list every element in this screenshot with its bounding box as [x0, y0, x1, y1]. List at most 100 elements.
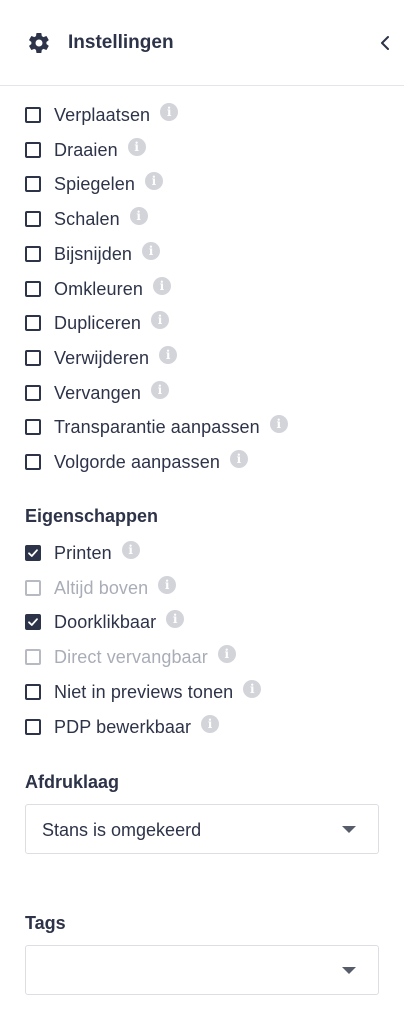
checkbox	[25, 649, 41, 666]
checkbox-label: Altijd boven i	[54, 574, 177, 602]
checkbox-label: Verwijderen i	[54, 344, 178, 372]
settings-panel: Instellingen Verplaatsen i Draaien i Spiegel…	[0, 0, 404, 1024]
action-row[interactable]: Omkleuren i	[0, 275, 404, 303]
checkbox	[25, 579, 41, 596]
checkbox-label: Vervangen i	[54, 379, 169, 407]
info-icon[interactable]: i	[166, 610, 185, 629]
property-row: Altijd boven i	[0, 574, 404, 602]
checkbox-label: Volgorde aanpassen i	[54, 448, 248, 476]
checkbox[interactable]	[25, 245, 41, 262]
checkbox[interactable]	[25, 141, 41, 158]
info-icon[interactable]: i	[269, 415, 288, 434]
checkbox-label: Bijsnijden i	[54, 240, 161, 268]
panel-header: Instellingen	[0, 0, 404, 86]
chevron-left-icon[interactable]	[374, 31, 396, 55]
print-layer-select[interactable]: Stans is omgekeerd	[25, 804, 379, 854]
action-row[interactable]: Schalen i	[0, 205, 404, 233]
checkbox-label-text: Bijsnijden	[54, 243, 133, 264]
panel-title: Instellingen	[68, 32, 174, 53]
action-row[interactable]: Spiegelen i	[0, 170, 404, 198]
checkbox-label-text: Schalen	[54, 209, 120, 230]
property-row[interactable]: PDP bewerkbaar i	[0, 713, 404, 741]
info-icon[interactable]: i	[127, 137, 146, 156]
action-row[interactable]: Draaien i	[0, 136, 404, 164]
checkbox-label: Verplaatsen i	[54, 101, 179, 129]
info-icon[interactable]: i	[151, 311, 170, 330]
checkbox-label-text: Spiegelen	[54, 174, 135, 195]
checkbox-label-text: Draaien	[54, 139, 118, 160]
checkbox[interactable]	[25, 545, 41, 561]
checkbox[interactable]	[25, 280, 41, 297]
checkbox-label-text: Verwijderen	[54, 347, 150, 368]
property-row[interactable]: Doorklikbaar i	[0, 608, 404, 636]
checkbox-label-text: Doorklikbaar	[54, 612, 157, 633]
action-row[interactable]: Bijsnijden i	[0, 240, 404, 268]
checkbox-label: Transparantie aanpassen i	[54, 413, 288, 441]
info-icon[interactable]: i	[158, 575, 177, 594]
checkbox-label-text: Omkleuren	[54, 278, 143, 299]
checkmark-icon	[28, 549, 38, 557]
info-icon[interactable]: i	[144, 172, 163, 191]
action-row[interactable]: Verwijderen i	[0, 344, 404, 372]
checkbox[interactable]	[25, 315, 41, 332]
checkbox-label-text: Volgorde aanpassen	[54, 452, 220, 472]
checkbox-label: Printen i	[54, 539, 140, 567]
print-layer-section-title: Afdruklaag	[25, 772, 120, 792]
checkbox-label-text: Dupliceren	[54, 313, 142, 334]
info-icon[interactable]: i	[129, 207, 148, 226]
checkbox[interactable]	[25, 683, 41, 700]
checkbox[interactable]	[25, 107, 41, 123]
checkbox[interactable]	[25, 718, 41, 735]
checkbox-label: Spiegelen i	[54, 170, 163, 198]
info-icon[interactable]: i	[160, 103, 179, 121]
checkbox-label: Direct vervangbaar i	[54, 643, 236, 671]
action-row[interactable]: Verplaatsen i	[0, 101, 404, 129]
info-icon[interactable]: i	[150, 380, 169, 399]
checkbox-label: Omkleuren i	[54, 275, 171, 303]
checkbox[interactable]	[25, 176, 41, 193]
checkbox-label-text: PDP bewerkbaar	[54, 716, 192, 737]
print-layer-selected-value: Stans is omgekeerd	[42, 820, 202, 840]
info-icon[interactable]: i	[142, 241, 161, 260]
action-row[interactable]: Transparantie aanpassen i	[0, 413, 404, 441]
info-icon[interactable]: i	[243, 679, 262, 698]
properties-section-title: Eigenschappen	[25, 506, 159, 526]
checkbox[interactable]	[25, 384, 41, 401]
checkmark-icon	[28, 618, 38, 627]
caret-down-icon	[342, 967, 356, 974]
checkbox[interactable]	[25, 419, 41, 436]
checkbox-label: Schalen i	[54, 205, 148, 233]
info-icon[interactable]: i	[201, 714, 220, 733]
checkbox-label-text: Printen	[54, 543, 112, 563]
checkbox-label-text: Transparantie aanpassen	[54, 417, 260, 438]
info-icon[interactable]: i	[152, 276, 171, 295]
checkbox[interactable]	[25, 454, 41, 470]
caret-down-icon	[342, 826, 356, 833]
property-row: Direct vervangbaar i	[0, 643, 404, 671]
checkbox-label-text: Verplaatsen	[54, 105, 151, 125]
property-row[interactable]: Niet in previews tonen i	[0, 678, 404, 706]
gear-icon	[29, 32, 49, 54]
info-icon[interactable]: i	[217, 645, 236, 664]
property-row[interactable]: Printen i	[0, 539, 404, 567]
action-row[interactable]: Volgorde aanpassen i	[0, 448, 404, 476]
info-icon[interactable]: i	[229, 450, 248, 468]
checkbox-label-text: Vervangen	[54, 382, 141, 403]
info-icon[interactable]: i	[121, 541, 140, 559]
checkbox[interactable]	[25, 349, 41, 366]
checkbox-label-text: Direct vervangbaar	[54, 647, 208, 668]
checkbox-label: Dupliceren i	[54, 309, 170, 337]
checkbox[interactable]	[25, 211, 41, 228]
checkbox-label-text: Niet in previews tonen	[54, 681, 234, 702]
checkbox-label: Doorklikbaar i	[54, 608, 185, 636]
checkbox-label: PDP bewerkbaar i	[54, 713, 220, 741]
action-row[interactable]: Vervangen i	[0, 379, 404, 407]
tags-select[interactable]	[25, 945, 379, 995]
action-row[interactable]: Dupliceren i	[0, 309, 404, 337]
checkbox-label-text: Altijd boven	[54, 577, 149, 598]
checkbox-label: Draaien i	[54, 136, 146, 164]
checkbox-label: Niet in previews tonen i	[54, 678, 262, 706]
checkbox[interactable]	[25, 614, 41, 631]
info-icon[interactable]: i	[159, 345, 178, 364]
tags-section-title: Tags	[25, 913, 66, 933]
